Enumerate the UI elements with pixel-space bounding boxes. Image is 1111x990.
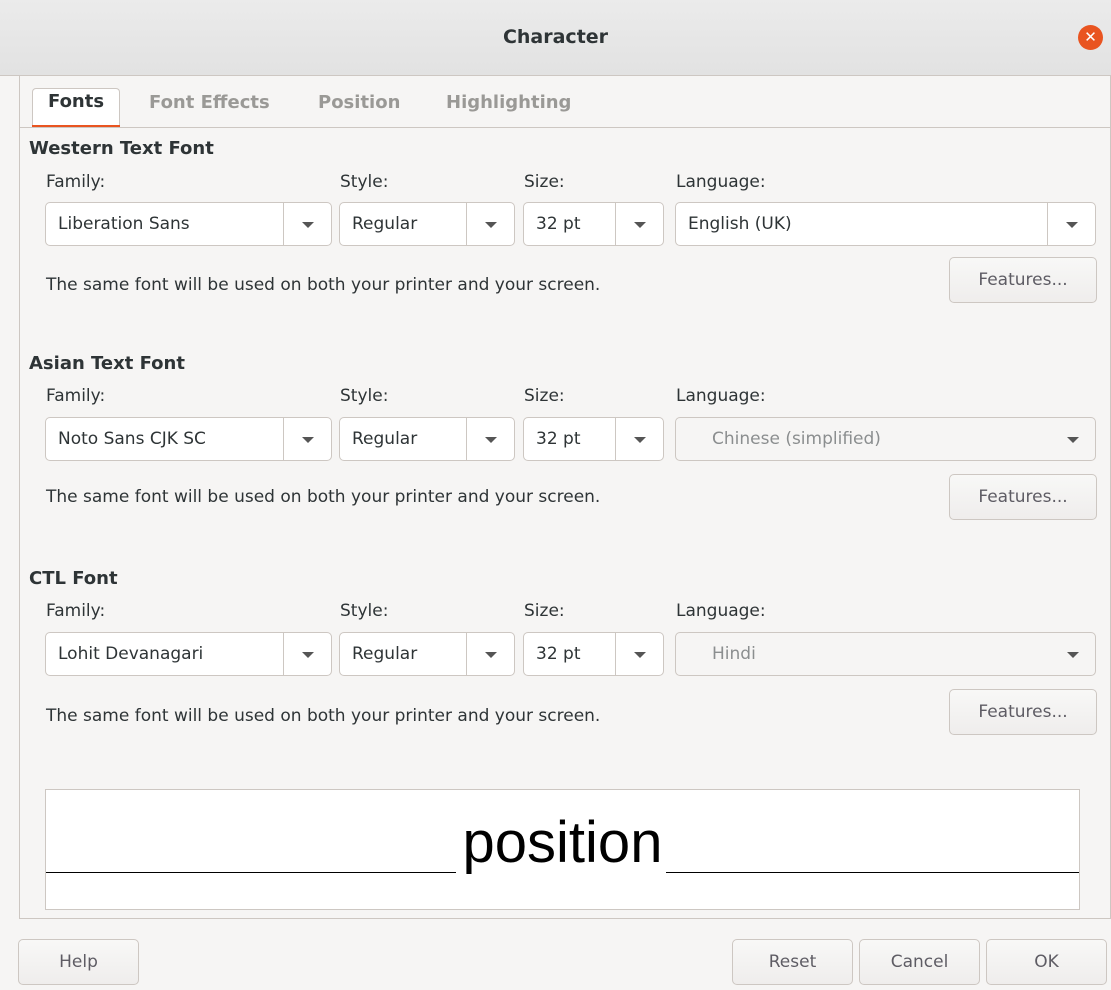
chevron-down-icon bbox=[302, 222, 314, 228]
chevron-down-icon bbox=[634, 222, 646, 228]
close-button[interactable]: ✕ bbox=[1078, 25, 1103, 50]
tab-highlighting[interactable]: Highlighting bbox=[446, 90, 571, 130]
ctl-language-label: Language: bbox=[676, 601, 766, 621]
ctl-heading: CTL Font bbox=[29, 568, 118, 589]
asian-family-label: Family: bbox=[46, 386, 106, 406]
ctl-style-label: Style: bbox=[340, 601, 389, 621]
asian-style-value: Regular bbox=[352, 429, 418, 449]
asian-info-text: The same font will be used on both your … bbox=[46, 487, 601, 507]
reset-button[interactable]: Reset bbox=[732, 939, 853, 985]
chevron-down-icon bbox=[485, 222, 497, 228]
ctl-size-combo[interactable]: 32 pt bbox=[523, 632, 664, 676]
western-language-label: Language: bbox=[676, 172, 766, 192]
ctl-style-combo[interactable]: Regular bbox=[339, 632, 515, 676]
chevron-down-icon bbox=[302, 437, 314, 443]
asian-language-combo[interactable]: Chinese (simplified) bbox=[675, 417, 1096, 461]
asian-size-combo[interactable]: 32 pt bbox=[523, 417, 664, 461]
tab-label: Position bbox=[318, 92, 401, 113]
asian-language-label: Language: bbox=[676, 386, 766, 406]
asian-family-value: Noto Sans CJK SC bbox=[58, 429, 206, 449]
tab-fonts[interactable]: Fonts bbox=[31, 88, 121, 128]
chevron-down-icon bbox=[1066, 222, 1078, 228]
chevron-down-icon bbox=[1067, 437, 1079, 443]
asian-family-dropdown[interactable] bbox=[283, 418, 331, 460]
ctl-size-dropdown[interactable] bbox=[615, 633, 663, 675]
ctl-family-label: Family: bbox=[46, 601, 106, 621]
tab-label: Highlighting bbox=[446, 92, 572, 113]
ctl-style-dropdown[interactable] bbox=[466, 633, 514, 675]
ctl-language-combo[interactable]: Hindi bbox=[675, 632, 1096, 676]
asian-family-combo[interactable]: Noto Sans CJK SC bbox=[45, 417, 332, 461]
chevron-down-icon bbox=[634, 652, 646, 658]
asian-size-value: 32 pt bbox=[536, 429, 581, 449]
tab-position[interactable]: Position bbox=[318, 90, 400, 130]
title-bar: Character ✕ bbox=[0, 0, 1111, 76]
western-style-label: Style: bbox=[340, 172, 389, 192]
asian-size-dropdown[interactable] bbox=[615, 418, 663, 460]
ctl-style-value: Regular bbox=[352, 644, 418, 664]
ctl-features-button[interactable]: Features... bbox=[949, 689, 1097, 735]
preview-baseline-left bbox=[46, 872, 456, 873]
tab-font-effects[interactable]: Font Effects bbox=[149, 90, 270, 130]
ctl-info-text: The same font will be used on both your … bbox=[46, 706, 601, 726]
western-heading: Western Text Font bbox=[29, 138, 214, 159]
western-language-dropdown[interactable] bbox=[1047, 203, 1095, 245]
western-family-combo[interactable]: Liberation Sans bbox=[45, 202, 332, 246]
western-size-value: 32 pt bbox=[536, 214, 581, 234]
asian-heading: Asian Text Font bbox=[29, 353, 185, 374]
ctl-language-value: Hindi bbox=[712, 644, 756, 664]
help-button[interactable]: Help bbox=[18, 939, 139, 985]
ctl-size-value: 32 pt bbox=[536, 644, 581, 664]
chevron-down-icon bbox=[302, 652, 314, 658]
western-language-combo[interactable]: English (UK) bbox=[675, 202, 1096, 246]
close-icon: ✕ bbox=[1084, 28, 1097, 46]
ctl-family-dropdown[interactable] bbox=[283, 633, 331, 675]
font-preview: position bbox=[45, 789, 1080, 910]
preview-text: position bbox=[462, 810, 663, 875]
western-size-combo[interactable]: 32 pt bbox=[523, 202, 664, 246]
tab-divider bbox=[19, 127, 1111, 128]
chevron-down-icon bbox=[485, 437, 497, 443]
preview-baseline-right bbox=[666, 872, 1079, 873]
western-size-label: Size: bbox=[524, 172, 565, 192]
asian-size-label: Size: bbox=[524, 386, 565, 406]
ctl-size-label: Size: bbox=[524, 601, 565, 621]
asian-style-combo[interactable]: Regular bbox=[339, 417, 515, 461]
western-style-value: Regular bbox=[352, 214, 418, 234]
dialog-title: Character bbox=[502, 26, 609, 48]
ok-button[interactable]: OK bbox=[986, 939, 1107, 985]
western-style-combo[interactable]: Regular bbox=[339, 202, 515, 246]
asian-language-value: Chinese (simplified) bbox=[712, 429, 881, 449]
chevron-down-icon bbox=[485, 652, 497, 658]
cancel-button[interactable]: Cancel bbox=[859, 939, 980, 985]
western-info-text: The same font will be used on both your … bbox=[46, 275, 601, 295]
western-size-dropdown[interactable] bbox=[615, 203, 663, 245]
chevron-down-icon bbox=[634, 437, 646, 443]
ctl-family-value: Lohit Devanagari bbox=[58, 644, 204, 664]
ctl-family-combo[interactable]: Lohit Devanagari bbox=[45, 632, 332, 676]
tab-label: Font Effects bbox=[149, 92, 270, 113]
western-style-dropdown[interactable] bbox=[466, 203, 514, 245]
asian-style-dropdown[interactable] bbox=[466, 418, 514, 460]
western-family-value: Liberation Sans bbox=[58, 214, 190, 234]
tab-label: Fonts bbox=[48, 91, 105, 112]
western-family-dropdown[interactable] bbox=[283, 203, 331, 245]
character-dialog: Character ✕ Fonts Font Effects Position … bbox=[0, 0, 1111, 990]
western-family-label: Family: bbox=[46, 172, 106, 192]
western-language-value: English (UK) bbox=[688, 214, 792, 234]
asian-style-label: Style: bbox=[340, 386, 389, 406]
chevron-down-icon bbox=[1067, 652, 1079, 658]
asian-features-button[interactable]: Features... bbox=[949, 474, 1097, 520]
western-features-button[interactable]: Features... bbox=[949, 257, 1097, 303]
